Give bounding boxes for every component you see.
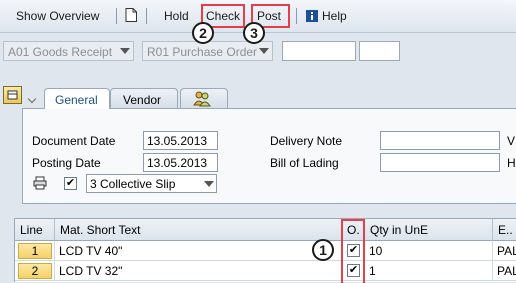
people-icon bbox=[193, 91, 211, 107]
unit-cell[interactable]: PAL bbox=[493, 261, 516, 281]
column-header-unit[interactable]: E.. bbox=[493, 219, 516, 241]
reference-number-field[interactable] bbox=[282, 41, 356, 61]
toolbar-separator bbox=[296, 8, 297, 24]
callout-1: 1 bbox=[312, 239, 334, 261]
transaction-select-value: A01 Goods Receipt bbox=[8, 45, 113, 59]
tab-vendor[interactable]: Vendor bbox=[110, 88, 178, 108]
document-date-label: Document Date bbox=[32, 134, 116, 148]
tab-general[interactable]: General bbox=[27, 88, 110, 109]
show-overview-button[interactable]: Show Overview bbox=[16, 9, 99, 23]
table-row[interactable]: 2 bbox=[15, 261, 55, 281]
output-slip-select[interactable]: 3 Collective Slip bbox=[86, 174, 217, 193]
material-text-cell[interactable]: LCD TV 32" bbox=[55, 261, 342, 281]
qty-cell[interactable]: 1 bbox=[365, 261, 493, 281]
table-row[interactable]: 1 bbox=[15, 241, 55, 261]
reference-select-value: R01 Purchase Order bbox=[147, 45, 258, 59]
ok-cell[interactable]: ✔ bbox=[342, 261, 365, 281]
reference-year-field[interactable] bbox=[359, 41, 400, 61]
posting-date-label: Posting Date bbox=[32, 156, 101, 170]
callout-2: 2 bbox=[192, 22, 214, 44]
right-label-1: V bbox=[507, 134, 516, 148]
delivery-note-field[interactable] bbox=[380, 131, 500, 150]
tab-general-label: General bbox=[55, 93, 98, 107]
posting-date-field[interactable]: 13.05.2013 bbox=[143, 153, 218, 172]
print-checkbox[interactable]: ✔ bbox=[64, 177, 77, 190]
column-header-ok[interactable]: O. bbox=[342, 219, 365, 241]
material-text-cell[interactable]: LCD TV 40" bbox=[55, 241, 342, 261]
ok-cell[interactable]: ✔ bbox=[342, 241, 365, 261]
toolbar-separator bbox=[146, 8, 147, 24]
chevron-down-icon bbox=[204, 181, 214, 187]
toolbar-separator bbox=[116, 8, 117, 24]
check-button[interactable]: Check bbox=[206, 9, 240, 23]
transaction-select[interactable]: A01 Goods Receipt bbox=[3, 41, 134, 61]
tab-vendor-label: Vendor bbox=[123, 93, 162, 107]
info-icon[interactable] bbox=[306, 10, 318, 22]
bill-of-lading-label: Bill of Lading bbox=[270, 156, 339, 170]
output-slip-value: 3 Collective Slip bbox=[90, 177, 176, 191]
printer-icon bbox=[33, 176, 47, 190]
items-table: Line Mat. Short Text O. Qty in UnE E.. 1… bbox=[14, 218, 516, 283]
delivery-note-label: Delivery Note bbox=[270, 134, 343, 148]
hold-button[interactable]: Hold bbox=[164, 9, 189, 23]
column-header-line[interactable]: Line bbox=[15, 219, 55, 241]
column-header-text[interactable]: Mat. Short Text bbox=[55, 219, 342, 241]
header-toggle-icon[interactable] bbox=[3, 86, 22, 104]
document-date-field[interactable]: 13.05.2013 bbox=[143, 131, 218, 150]
callout-3: 3 bbox=[243, 22, 265, 44]
line-number-button[interactable]: 1 bbox=[18, 243, 52, 259]
right-label-2: H bbox=[507, 156, 516, 170]
document-icon[interactable] bbox=[125, 8, 137, 22]
chevron-down-icon bbox=[120, 48, 130, 54]
line-number-button[interactable]: 2 bbox=[18, 263, 52, 279]
tab-scroll-icon bbox=[27, 94, 37, 104]
bill-of-lading-field[interactable] bbox=[380, 153, 500, 172]
post-button[interactable]: Post bbox=[257, 9, 281, 23]
tab-partners[interactable] bbox=[180, 88, 228, 108]
unit-cell[interactable]: PAL bbox=[493, 241, 516, 261]
column-header-qty[interactable]: Qty in UnE bbox=[365, 219, 493, 241]
help-button[interactable]: Help bbox=[322, 9, 347, 23]
qty-cell[interactable]: 10 bbox=[365, 241, 493, 261]
item-ok-checkbox[interactable]: ✔ bbox=[347, 244, 360, 257]
chevron-down-icon bbox=[259, 48, 269, 54]
item-ok-checkbox[interactable]: ✔ bbox=[347, 264, 360, 277]
reference-select[interactable]: R01 Purchase Order bbox=[142, 41, 273, 61]
